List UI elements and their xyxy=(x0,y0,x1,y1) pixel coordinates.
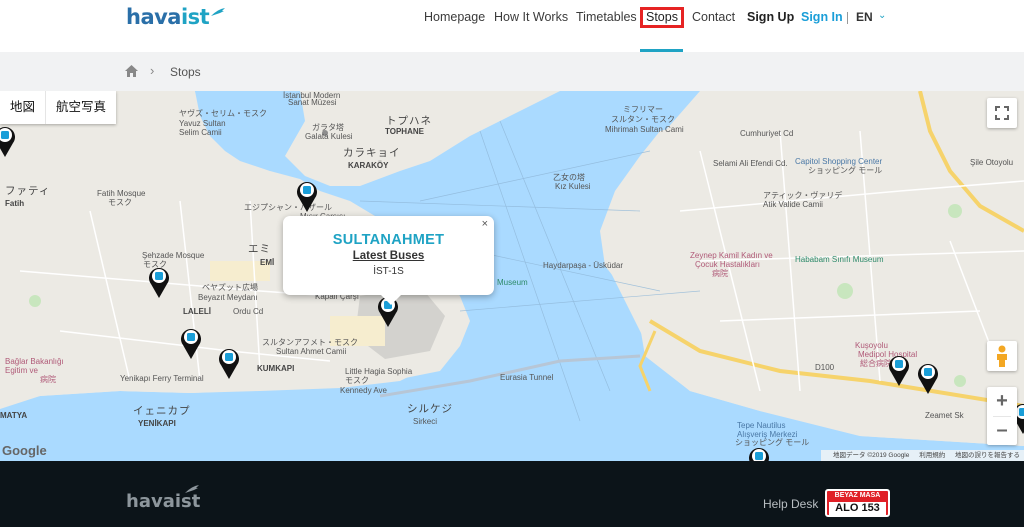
stop-info-popup: × SULTANAHMET Latest Buses İST-1S xyxy=(283,216,494,305)
map-label: Hababam Sınıfı Museum xyxy=(795,255,884,264)
nav-divider xyxy=(847,12,848,24)
fullscreen-button[interactable] xyxy=(987,98,1017,128)
alo-badge-bottom: ALO 153 xyxy=(829,502,886,515)
map-label: KARAKÖY xyxy=(348,161,389,170)
map-type-satellite[interactable]: 航空写真 xyxy=(46,91,116,124)
map-label: Şile Otoyolu xyxy=(970,158,1014,167)
map-label: Kennedy Ave xyxy=(340,386,388,395)
map-label: ショッピング モール xyxy=(735,438,810,447)
map-label: Egitim ve xyxy=(5,366,38,375)
map-label: TOPHANE xyxy=(385,127,424,136)
breadcrumb-current: Stops xyxy=(170,65,201,79)
nav-homepage[interactable]: Homepage xyxy=(424,10,485,25)
chevron-down-icon[interactable]: ⌄ xyxy=(878,10,886,21)
stop-name: SULTANAHMET xyxy=(332,232,445,248)
map-label: Ordu Cd xyxy=(233,307,264,316)
zoom-control: + – xyxy=(987,387,1017,445)
map-label: Museum xyxy=(497,278,528,287)
map-label: ショッピング モール xyxy=(808,166,883,175)
bus-stop-marker[interactable] xyxy=(888,353,910,387)
map-label: Galata Kulesi xyxy=(305,132,353,141)
map-label: Cumhuriyet Cd xyxy=(740,129,794,138)
main-nav: Homepage How It Works Timetables Stops C… xyxy=(0,0,1024,52)
map-label: Selami Ali Efendi Cd. xyxy=(713,159,788,168)
map-label: ヤヴズ・セリム・モスク xyxy=(179,109,267,118)
nav-how-it-works[interactable]: How It Works xyxy=(494,10,568,25)
map-label: イェニカプ xyxy=(133,405,191,417)
site-footer: havaist Help Desk BEYAZ MASA ALO 153 xyxy=(0,461,1024,527)
help-desk-label: Help Desk xyxy=(763,497,819,511)
footer-logo-part1: hava xyxy=(126,491,175,512)
map-label: Sanat Müzesi xyxy=(288,98,337,107)
sign-in-link[interactable]: Sign In xyxy=(801,10,843,25)
map-label: Eurasia Tunnel xyxy=(500,373,554,382)
language-selector[interactable]: EN xyxy=(856,10,873,24)
map-label: Zeamet Sk xyxy=(925,411,964,420)
map-data-credit: 地図データ ©2019 Google xyxy=(833,452,910,459)
map-label: モスク xyxy=(345,376,369,385)
bus-stop-marker[interactable] xyxy=(148,265,170,299)
sign-up-link[interactable]: Sign Up xyxy=(747,10,794,25)
bus-line: İST-1S xyxy=(373,266,404,277)
alo-badge-top: BEYAZ MASA xyxy=(834,492,881,499)
nav-timetables[interactable]: Timetables xyxy=(576,10,637,25)
map-label: トプハネ xyxy=(386,115,432,127)
map-label: ファティ xyxy=(5,185,51,197)
bus-stop-marker[interactable] xyxy=(917,361,939,395)
map-label: Sultan Ahmet Camii xyxy=(276,347,347,356)
bus-stop-marker[interactable] xyxy=(748,445,770,461)
map-label: Kız Kulesi xyxy=(555,182,591,191)
map-label: モスク xyxy=(108,198,132,207)
map-label: Beyazıt Meydanı xyxy=(198,293,258,302)
bus-stop-marker[interactable] xyxy=(180,326,202,360)
map-label: 病院 xyxy=(712,269,728,278)
map-label: KUMKAPI xyxy=(257,364,295,373)
map-attribution: 地図データ ©2019 Google 利用規約 地図の誤りを報告する xyxy=(821,450,1024,461)
alo-153-badge[interactable]: BEYAZ MASA ALO 153 xyxy=(825,489,890,517)
google-logo[interactable]: Google xyxy=(2,443,47,458)
site-header: havaist Homepage How It Works Timetables… xyxy=(0,0,1024,52)
map-label: LALELİ xyxy=(183,307,211,316)
map-label: 病院 xyxy=(40,375,56,384)
map-label: Haydarpaşa - Üsküdar xyxy=(543,261,624,270)
map-label: エミ xyxy=(248,243,271,255)
map-type-map[interactable]: 地図 xyxy=(0,91,47,124)
terms-link[interactable]: 利用規約 xyxy=(919,452,945,459)
map-label: Selim Camii xyxy=(179,128,222,137)
nav-stops[interactable]: Stops xyxy=(640,7,684,28)
map-label: ベヤズット広場 xyxy=(202,283,258,292)
zoom-out-button[interactable]: – xyxy=(987,416,1017,445)
report-error-link[interactable]: 地図の誤りを報告する xyxy=(955,452,1020,459)
close-icon[interactable]: × xyxy=(482,218,488,230)
map-label: Sirkeci xyxy=(413,417,438,426)
map-label: YENİKAPI xyxy=(138,419,176,428)
map-label: カラキョイ xyxy=(343,147,401,159)
footer-logo[interactable]: havaist xyxy=(126,485,200,512)
nav-contact[interactable]: Contact xyxy=(692,10,735,25)
map-label: Atik Valide Camii xyxy=(763,200,823,209)
map-label: MATYA xyxy=(0,411,28,420)
map-label: ミフリマー xyxy=(623,105,663,114)
map-type-control: 地図 航空写真 xyxy=(0,91,117,124)
breadcrumb: › Stops xyxy=(0,52,1024,91)
map-label: D100 xyxy=(815,363,835,372)
chevron-right-icon: › xyxy=(150,63,155,78)
latest-buses-heading[interactable]: Latest Buses xyxy=(283,250,494,262)
street-view-button[interactable] xyxy=(987,341,1017,371)
pegman-icon xyxy=(997,345,1007,367)
map-label: スルタン・モスク xyxy=(611,115,675,124)
map-label: Mihrimah Sultan Cami xyxy=(605,125,684,134)
home-icon[interactable] xyxy=(125,65,138,77)
bus-stop-marker[interactable] xyxy=(218,346,240,380)
fullscreen-icon xyxy=(995,106,1009,120)
stops-map[interactable]: İstanbul Modern Sanat Müzesi ヤヴズ・セリム・モスク… xyxy=(0,91,1024,461)
map-label: シルケジ xyxy=(407,403,453,415)
bus-stop-marker[interactable] xyxy=(296,179,318,213)
plane-icon xyxy=(185,485,199,493)
map-label: Fatih xyxy=(5,199,25,208)
zoom-in-button[interactable]: + xyxy=(987,387,1017,416)
bus-stop-marker[interactable] xyxy=(0,124,16,158)
map-label: EMİ xyxy=(260,258,275,267)
map-label: Yenikapı Ferry Terminal xyxy=(120,374,204,383)
